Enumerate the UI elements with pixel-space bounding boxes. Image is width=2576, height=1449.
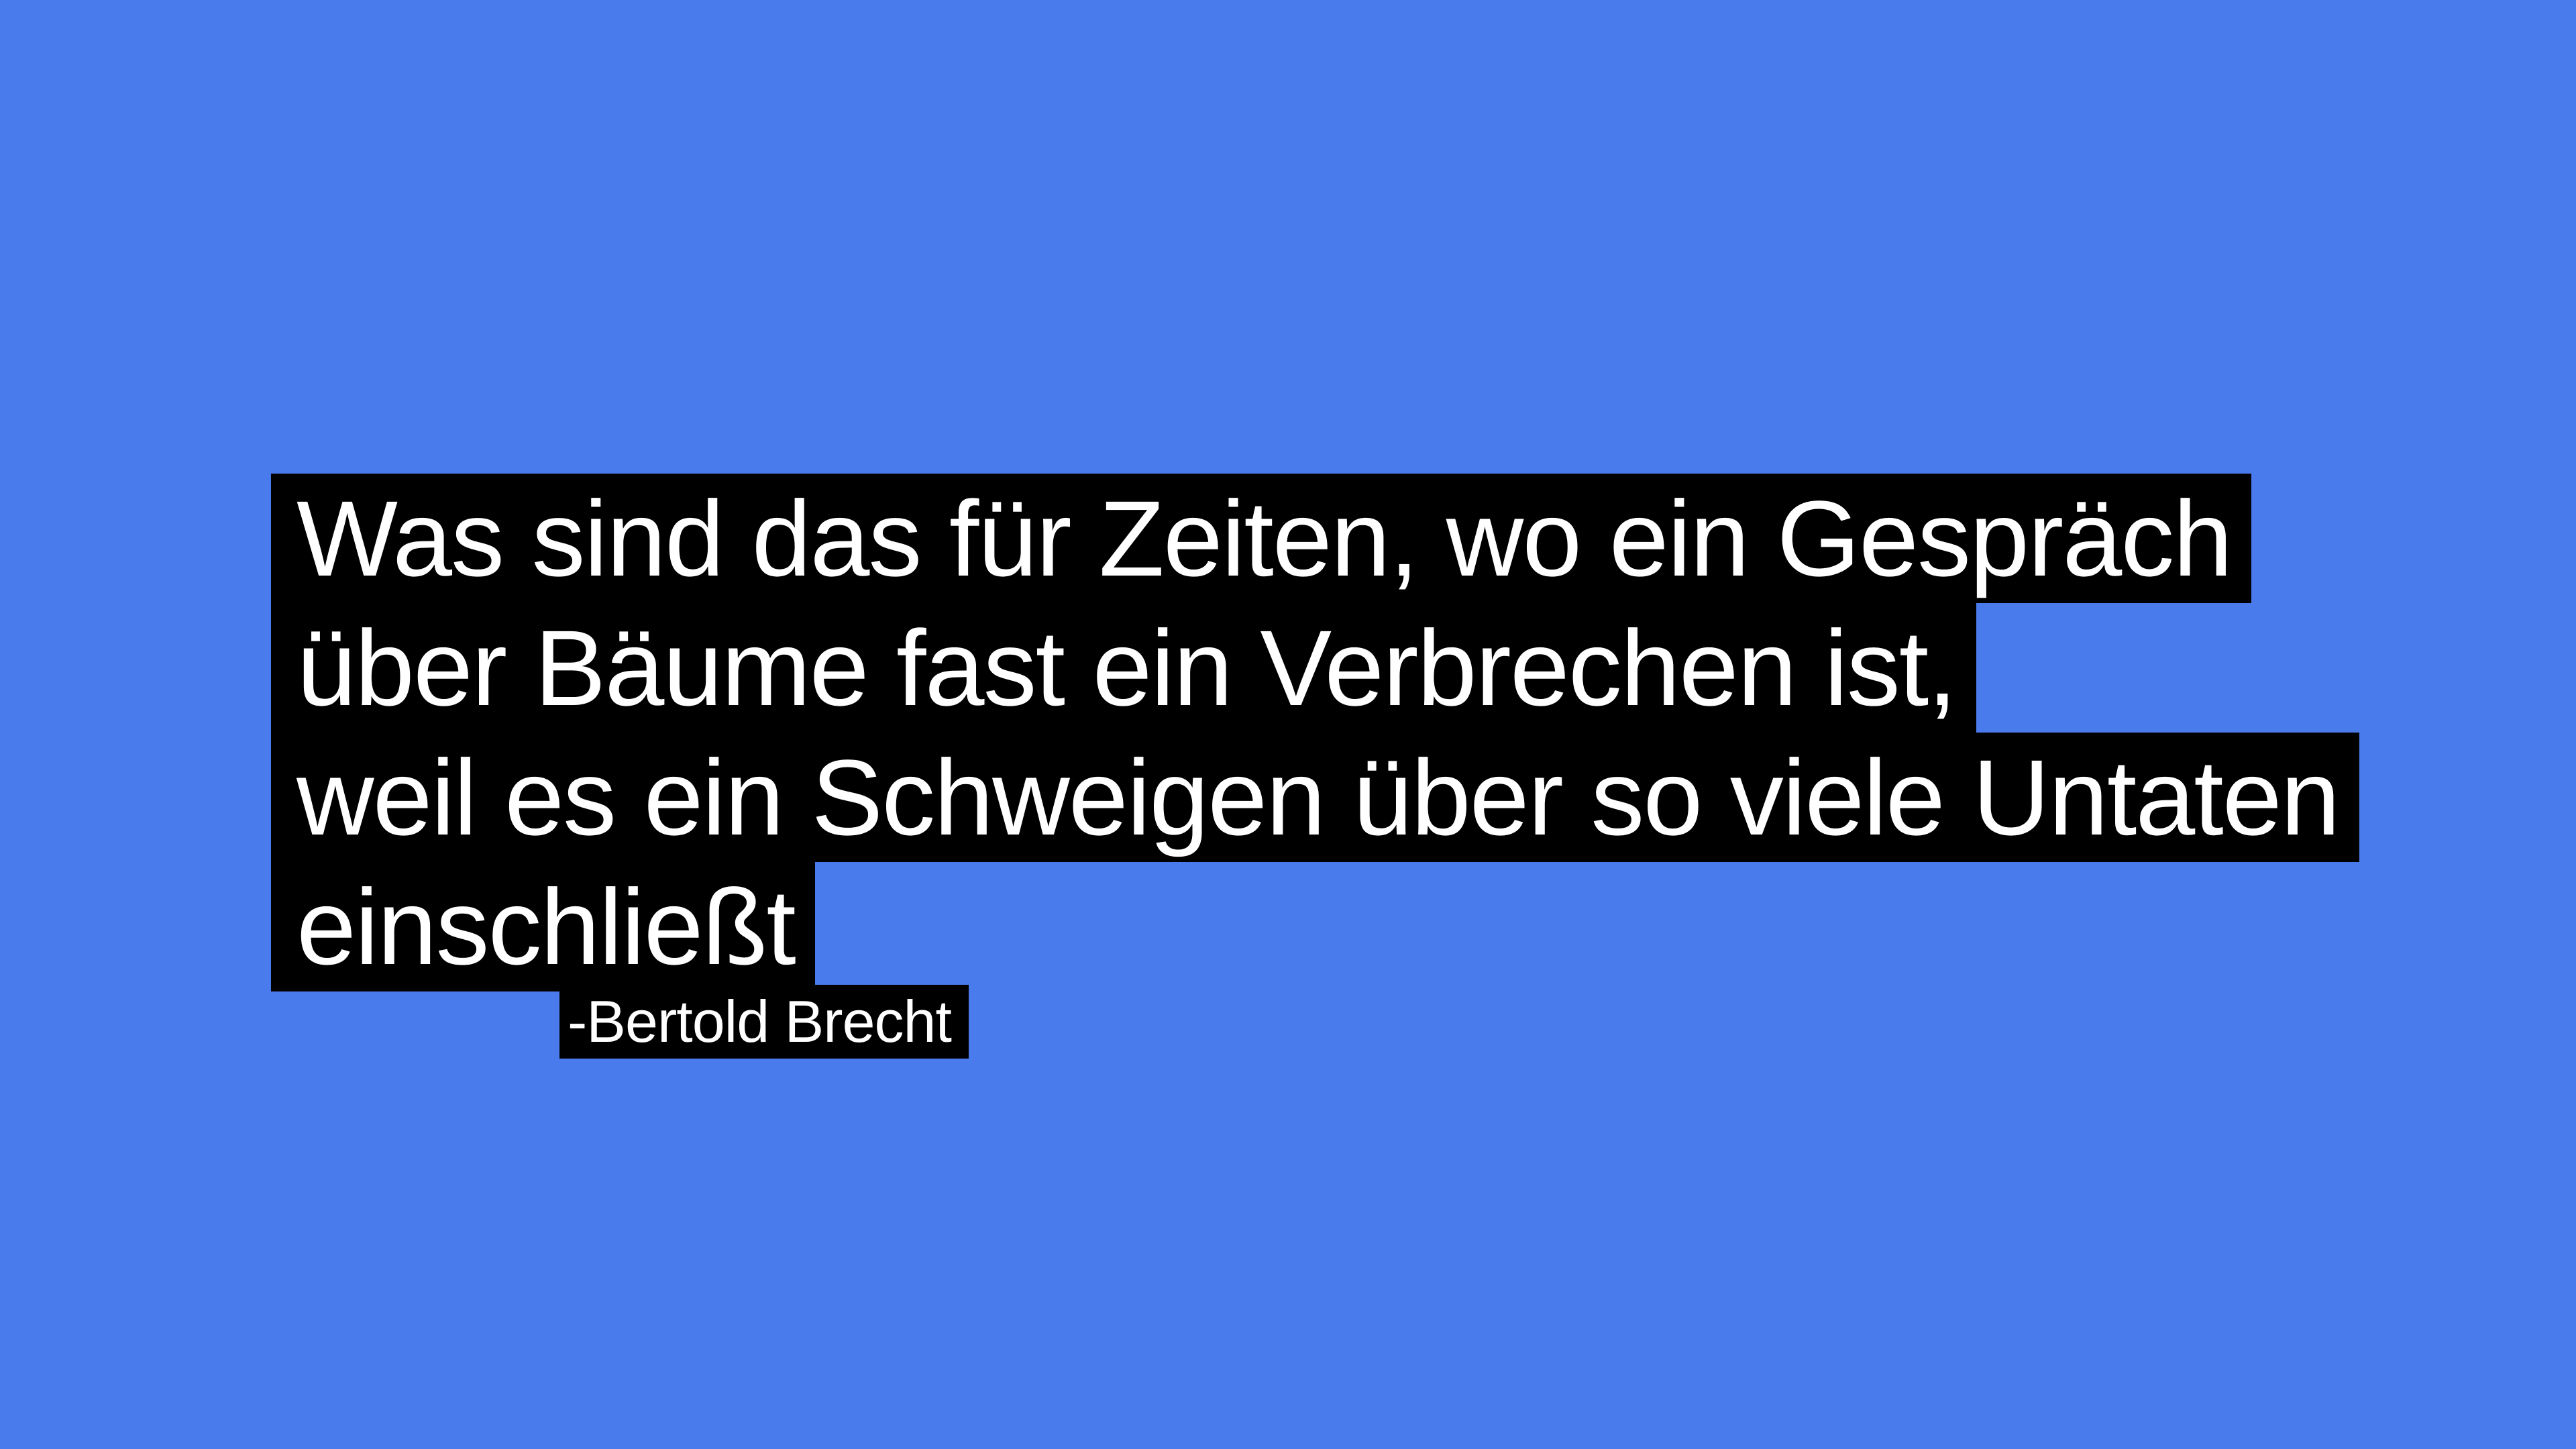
quote-line-text: weil es ein Schweigen über so viele Unta… (271, 733, 2359, 862)
quote-line-text: über Bäume fast ein Verbrechen ist, (271, 603, 1976, 733)
quote-attribution: -Bertold Brecht (559, 985, 969, 1059)
quote-line: weil es ein Schweigen über so viele Unta… (271, 733, 2359, 862)
quote-text: Was sind das für Zeiten, wo ein Gespräch… (271, 474, 2359, 991)
quote-line: Was sind das für Zeiten, wo ein Gespräch (271, 474, 2359, 603)
quote-line: über Bäume fast ein Verbrechen ist, (271, 603, 2359, 733)
quote-line: einschließt (271, 862, 2359, 991)
quote-slide: { "background_color": "#4a7bec", "highli… (0, 0, 2576, 1449)
quote-line-text: einschließt (271, 862, 815, 991)
quote-line-text: Was sind das für Zeiten, wo ein Gespräch (271, 474, 2252, 603)
